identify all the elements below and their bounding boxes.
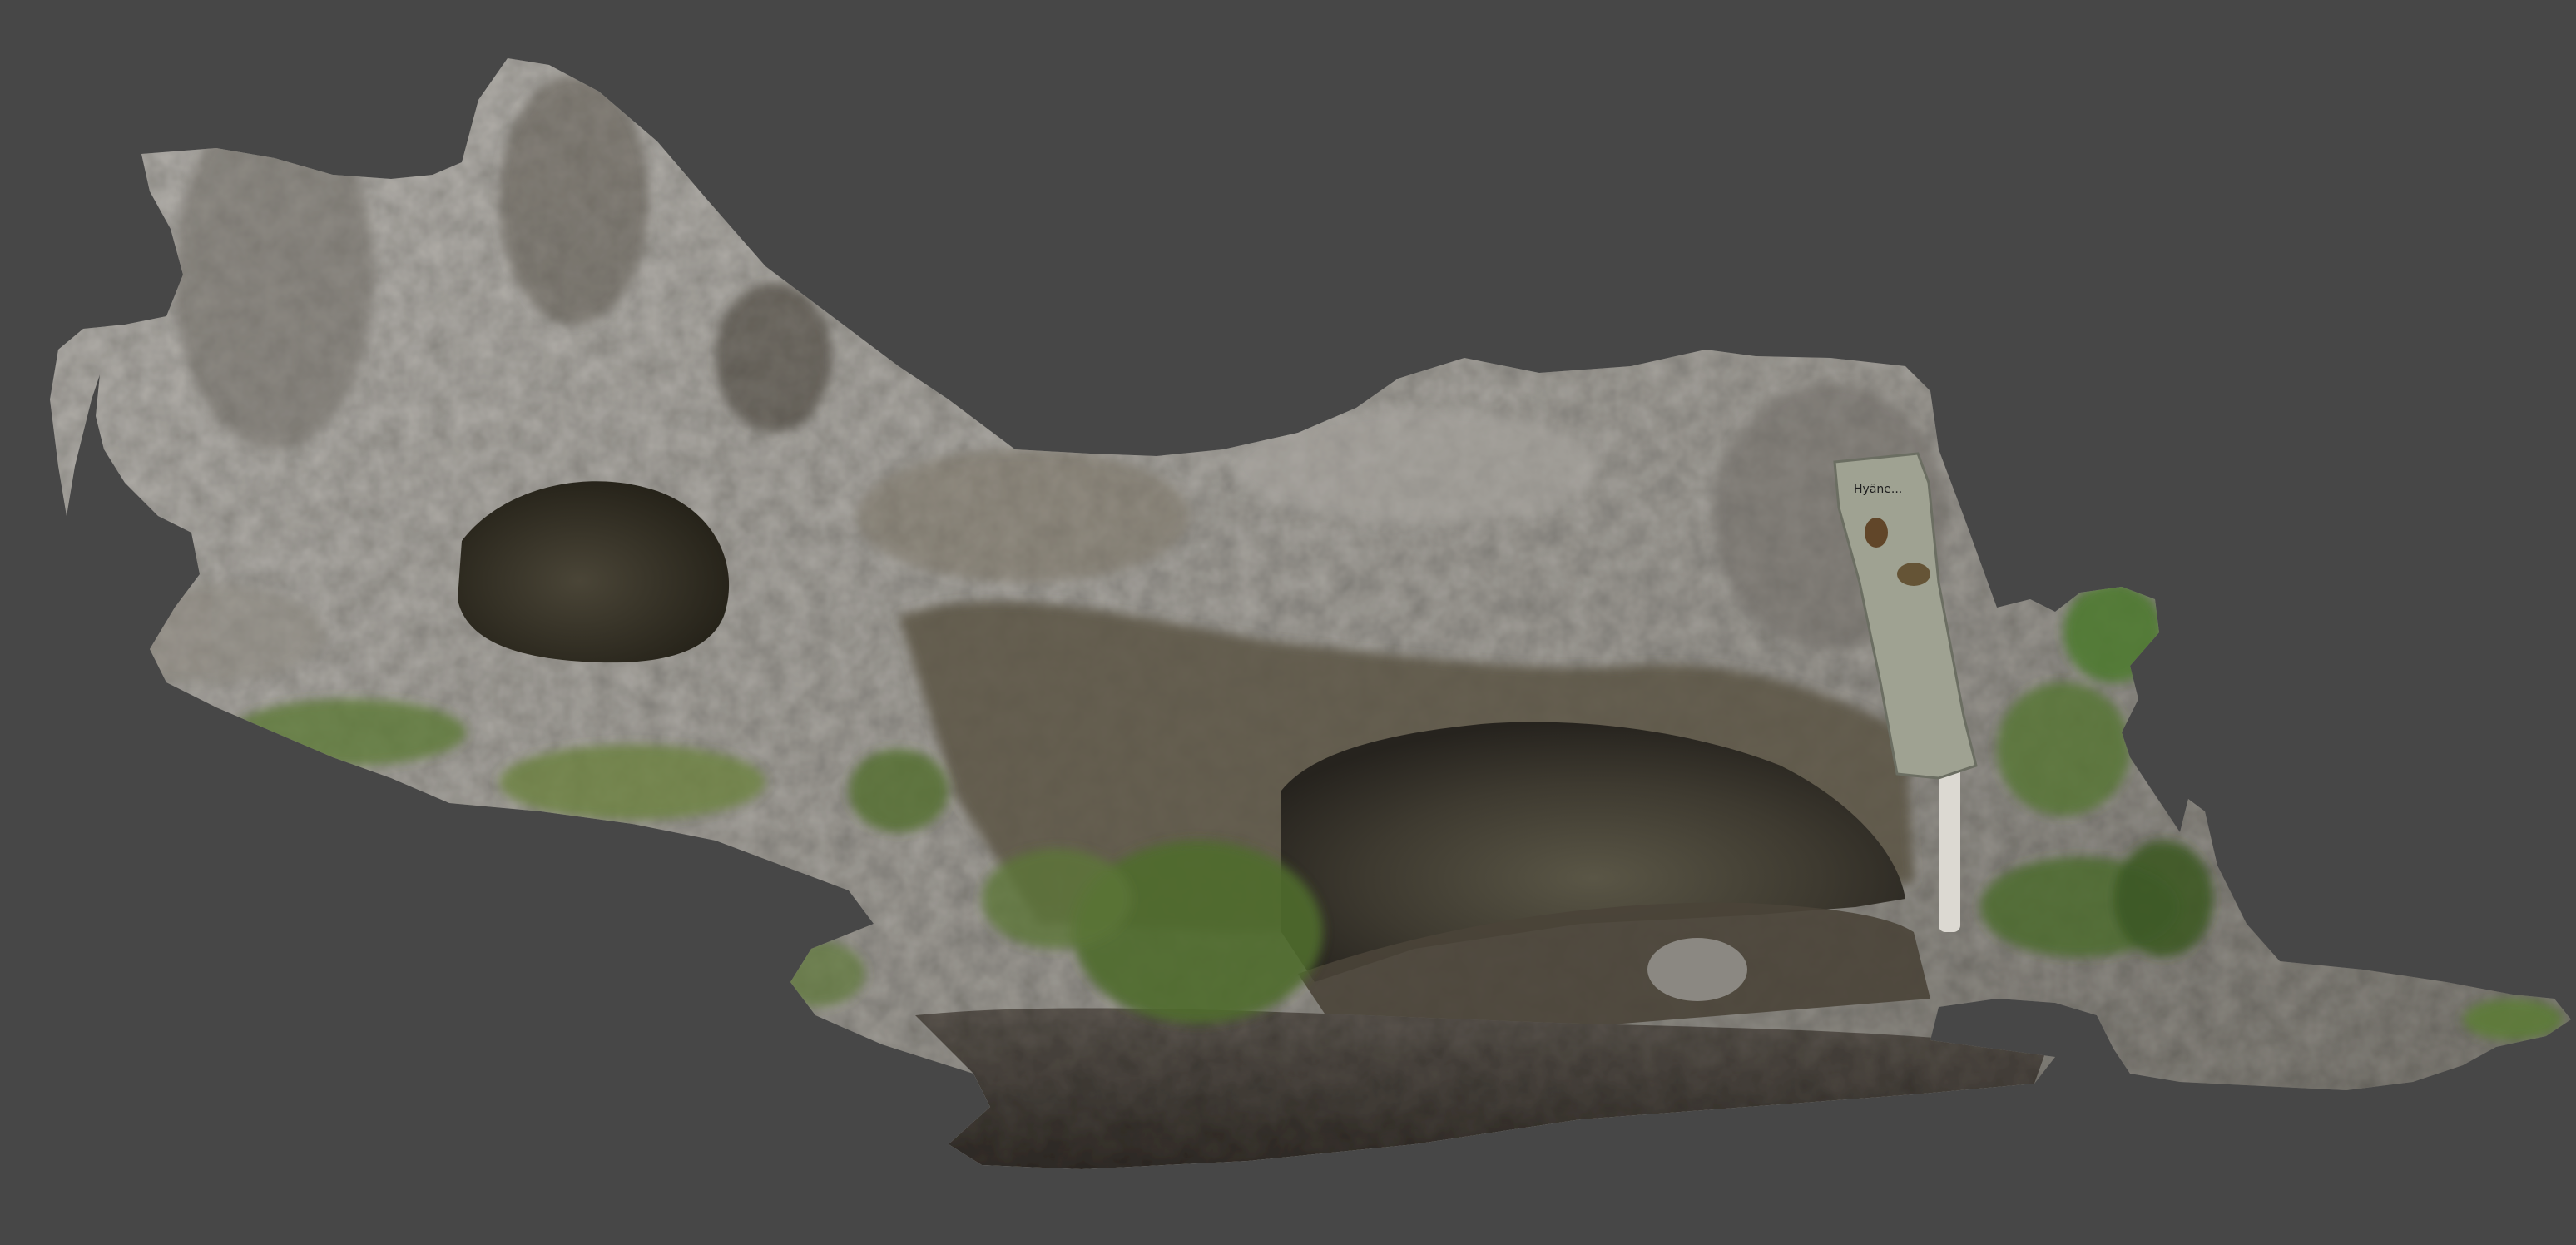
rock-mesh — [50, 58, 2571, 1169]
boulder — [1647, 938, 1747, 1001]
small-cave-opening — [458, 481, 730, 663]
sign-image-mark — [1897, 563, 1930, 586]
sign-image-mark — [1865, 518, 1888, 548]
sign-label: Hyäne... — [1854, 483, 1902, 496]
3d-viewport[interactable]: Hyäne... — [0, 0, 2576, 1245]
sign-post — [1939, 766, 1960, 932]
cave-mesh-model[interactable]: Hyäne... — [0, 0, 2576, 1245]
